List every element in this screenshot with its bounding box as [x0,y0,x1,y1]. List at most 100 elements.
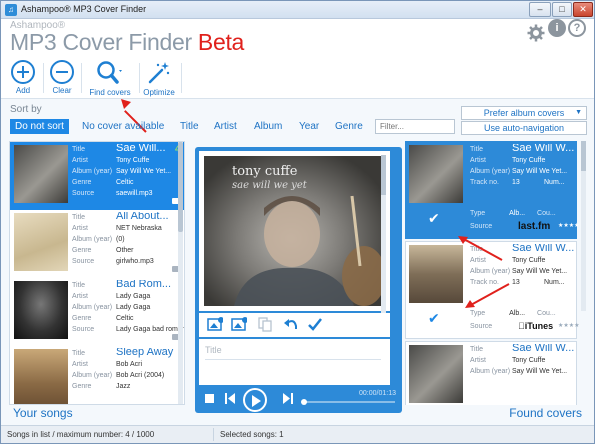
find-covers-button[interactable]: Find covers [87,60,133,97]
song-genre: Celtic [116,179,134,186]
sort-genre[interactable]: Genre [335,119,363,134]
sort-no-cover[interactable]: No cover available [82,119,164,134]
song-source: girlwho.mp3 [116,258,154,265]
cover-portrait [234,195,385,306]
list-item[interactable]: Title Bad Rom... Artist Lady Gaga Album (y… [10,278,184,346]
found-cover-item[interactable]: Title Sae Will W... Artist Tony Cuffe Albu… [405,341,577,405]
replace-image-icon[interactable] [231,317,248,332]
list-item[interactable]: Title Sleep Away Artist Bob Acri Album (ye… [10,346,184,404]
clear-button[interactable]: Clear [49,60,75,95]
songs-count-status: Songs in list / maximum number: 4 / 1000 [7,430,155,439]
song-title: All About... [116,212,169,222]
song-album: Say Will We Yet... [116,168,172,175]
minus-icon [50,60,74,84]
add-label: Add [15,86,31,95]
status-bar: Songs in list / maximum number: 4 / 1000… [1,425,594,443]
maximize-button[interactable]: □ [552,2,572,17]
song-list: Title Sae Will... Artist Tony Cuffe Album … [9,141,185,405]
close-button[interactable]: ✕ [573,2,593,17]
song-album: Lady Gaga [116,304,151,311]
toolbar-divider [81,63,82,93]
found-artist: Tony Cuffe [512,357,546,364]
found-track: 13 [512,179,520,186]
brand-beta: Beta [197,29,245,55]
sort-by-label: Sort by [10,104,42,115]
minimize-button[interactable]: – [529,2,551,17]
prefer-album-covers-label: Prefer album covers [483,108,565,118]
title-underline [205,359,381,360]
stop-icon[interactable] [205,394,214,403]
add-image-icon[interactable] [207,317,224,332]
title-bar: ♫ Ashampoo® MP3 Cover Finder – □ ✕ [1,1,594,19]
sort-title[interactable]: Title [180,119,199,134]
add-button[interactable]: Add [10,60,36,95]
cover-thumbnail [14,145,68,203]
song-genre: Other [116,247,134,254]
song-album: (0) [116,236,125,243]
chevron-down-icon: ▼ [575,109,582,116]
sort-artist[interactable]: Artist [214,119,237,134]
undo-icon[interactable] [283,317,299,332]
info-icon[interactable]: i [548,19,566,37]
optimize-button[interactable]: Optimize [143,60,175,97]
clear-label: Clear [52,86,72,95]
find-covers-label: Find covers [89,88,131,97]
found-artist: Tony Cuffe [512,257,546,264]
sort-year[interactable]: Year [299,119,319,134]
list-item[interactable]: Title Sae Will... Artist Tony Cuffe Album … [10,142,184,210]
toolbar: Add Clear Find covers Optimize [1,59,594,99]
panel-labels: Your songs Found covers [1,405,594,423]
itunes-logo: iTunes [518,321,553,331]
help-icon[interactable]: ? [568,19,586,37]
song-album: Bob Acri (2004) [116,372,165,379]
gear-icon[interactable] [527,24,545,42]
app-window: ♫ Ashampoo® MP3 Cover Finder – □ ✕ Asham… [0,0,595,444]
annotation-arrow [465,283,510,308]
sort-do-not-sort[interactable]: Do not sort [10,119,69,134]
found-covers-scrollbar[interactable] [581,141,586,311]
cover-thumbnail [14,349,68,404]
found-type: Type Alb... Cou... [470,310,556,317]
song-title: Bad Rom... [116,280,172,290]
cover-preview-panel: tony cuffe sae will we yet Title 00:00/0… [195,147,402,413]
song-artist: NET Nebraska [116,225,162,232]
copy-icon[interactable] [257,317,273,332]
song-fields: Title All About... Artist NET Nebraska Alb… [72,212,169,265]
window-title: Ashampoo® MP3 Cover Finder [21,4,147,14]
sort-album[interactable]: Album [254,119,282,134]
brand-title-text: MP3 Cover Finder [10,29,192,55]
song-list-scrollbar[interactable] [178,142,183,404]
plus-icon [11,60,35,84]
song-title: Sae Will... [116,144,166,154]
cover-thumbnail [409,145,463,203]
toolbar-divider [43,63,44,93]
toolbar-divider [139,63,140,93]
checkmark-icon[interactable] [307,317,323,332]
magic-wand-icon [146,60,172,86]
found-type: Type Alb... Cou... [470,210,556,217]
annotation-arrowhead [121,99,131,109]
lastfm-logo: last.fm [518,221,551,232]
filter-input[interactable] [375,119,455,134]
found-cover-item[interactable]: ✔ Title Sae Will W... Artist Tony Cuffe Al… [405,141,580,239]
found-album: Say Will We Yet... [512,368,568,375]
list-item[interactable]: Title All About... Artist NET Nebraska Alb… [10,210,184,278]
found-artist: Tony Cuffe [512,157,546,164]
found-album: Say Will We Yet... [512,268,568,275]
checkmark-icon[interactable]: ✔ [428,210,440,227]
cover-scrollbar[interactable] [381,155,386,315]
found-title: Sae Will W... [512,244,575,254]
app-icon: ♫ [5,4,17,16]
auto-navigation-button[interactable]: Use auto-navigation [461,121,587,135]
rating-stars: ★★★★ [558,223,580,229]
title-field[interactable]: Title [199,339,390,385]
optimize-label: Optimize [143,88,175,97]
found-covers-label: Found covers [509,406,582,420]
prefer-album-covers-dropdown[interactable]: Prefer album covers ▼ [461,106,587,120]
search-icon [95,60,125,86]
playback-time: 00:00/01:13 [359,390,396,397]
seek-slider[interactable] [301,399,395,405]
found-source-label: Source [470,323,493,330]
found-source-label: Source [470,223,493,230]
checkmark-icon[interactable]: ✔ [428,310,440,327]
